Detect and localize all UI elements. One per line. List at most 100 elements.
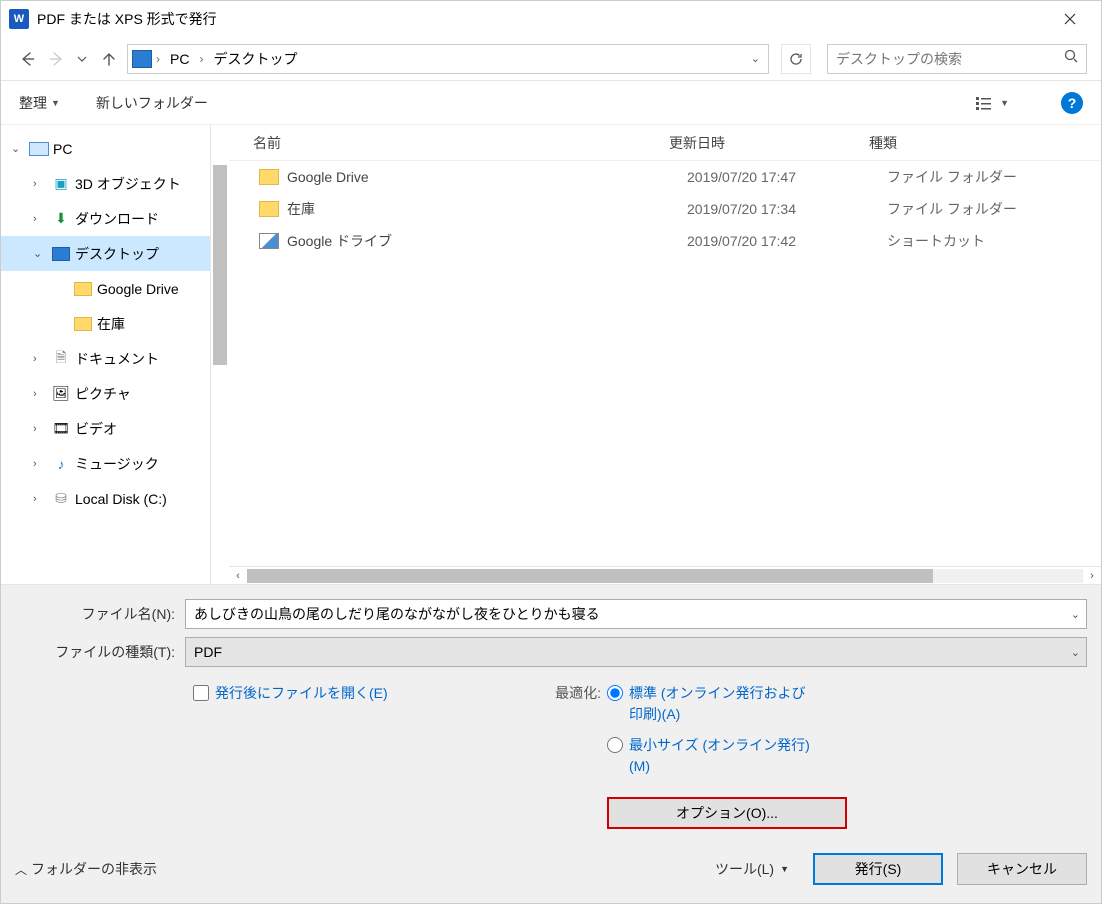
folder-icon <box>259 201 279 217</box>
nav-forward-button[interactable] <box>45 47 69 71</box>
tree-item--[interactable]: ›⬇ダウンロード <box>1 201 210 236</box>
open-after-checkbox[interactable]: 発行後にファイルを開く(E) <box>193 683 515 703</box>
tree-item-label: PC <box>53 141 72 157</box>
titlebar: W PDF または XPS 形式で発行 <box>1 1 1101 37</box>
open-after-label: 発行後にファイルを開く(E) <box>215 683 388 703</box>
chevron-down-icon: ▼ <box>51 98 60 108</box>
hide-folders-toggle[interactable]: ︿ フォルダーの非表示 <box>15 859 157 879</box>
scroll-right-icon[interactable]: › <box>1083 567 1101 585</box>
file-row[interactable]: 在庫2019/07/20 17:34ファイル フォルダー <box>229 193 1101 225</box>
tree-expand-icon[interactable]: › <box>33 458 47 470</box>
chevron-down-icon[interactable]: ⌄ <box>1071 608 1080 621</box>
sidebar-scrollbar[interactable] <box>211 125 229 584</box>
new-folder-button[interactable]: 新しいフォルダー <box>96 93 208 113</box>
tree-item-label: デスクトップ <box>75 244 159 264</box>
chevron-down-icon <box>77 56 87 62</box>
tree-folder-icon <box>73 315 93 333</box>
horizontal-scrollbar[interactable]: ‹ › <box>229 566 1101 584</box>
location-icon <box>132 50 152 68</box>
column-type[interactable]: 種類 <box>869 133 1101 153</box>
organize-menu[interactable]: 整理 ▼ <box>19 93 60 113</box>
options-button-label: オプション(O)... <box>676 803 778 823</box>
nav-recent-dropdown[interactable] <box>75 47 89 71</box>
optimization-options: 発行後にファイルを開く(E) 最適化: 標準 (オンライン発行および印刷)(A)… <box>15 675 1087 829</box>
tree-item--[interactable]: ›🖼ピクチャ <box>1 376 210 411</box>
view-options-button[interactable]: ▼ <box>976 96 1009 110</box>
tree-item--[interactable]: › 🎞ビデオ <box>1 411 210 446</box>
file-row[interactable]: Google ドライブ2019/07/20 17:42ショートカット <box>229 225 1101 257</box>
tree-expand-icon[interactable]: ⌄ <box>11 142 25 155</box>
tree-expand-icon[interactable]: › <box>33 493 47 505</box>
toolbar: 整理 ▼ 新しいフォルダー ▼ ? <box>1 81 1101 125</box>
file-type: ファイル フォルダー <box>887 167 1017 187</box>
tree-item-label: ダウンロード <box>75 209 159 229</box>
options-button[interactable]: オプション(O)... <box>607 797 847 829</box>
file-row[interactable]: Google Drive2019/07/20 17:47ファイル フォルダー <box>229 161 1101 193</box>
scrollbar-thumb[interactable] <box>247 569 933 583</box>
address-dropdown-icon[interactable]: ⌄ <box>747 52 764 65</box>
refresh-button[interactable] <box>781 44 811 74</box>
tree-item--[interactable]: ⌄ デスクトップ <box>1 236 210 271</box>
breadcrumb-desktop[interactable]: デスクトップ <box>207 49 303 69</box>
chevron-down-icon[interactable]: ⌄ <box>1071 646 1080 659</box>
tree-item-label: ドキュメント <box>75 349 159 369</box>
tree-expand-icon[interactable]: › <box>33 178 47 190</box>
tools-menu[interactable]: ツール(L) ▼ <box>715 859 789 879</box>
tree-item--[interactable]: ·在庫 <box>1 306 210 341</box>
search-box[interactable] <box>827 44 1087 74</box>
filename-input[interactable]: あしびきの山鳥の尾のしだり尾のながながし夜をひとりかも寝る ⌄ <box>185 599 1087 629</box>
cancel-button[interactable]: キャンセル <box>957 853 1087 885</box>
publish-button[interactable]: 発行(S) <box>813 853 943 885</box>
close-button[interactable] <box>1047 1 1093 37</box>
radio-min-label: 最小サイズ (オンライン発行)(M) <box>629 735 819 777</box>
breadcrumb-sep-icon: › <box>199 52 203 66</box>
filetype-label: ファイルの種類(T): <box>15 642 175 662</box>
address-bar[interactable]: › PC › デスクトップ ⌄ <box>127 44 769 74</box>
radio-standard-input[interactable] <box>607 685 623 701</box>
tree-expand-icon[interactable]: › <box>33 213 47 225</box>
scroll-left-icon[interactable]: ‹ <box>229 567 247 585</box>
tree-expand-icon[interactable]: › <box>33 353 47 365</box>
tree-expand-icon[interactable]: › <box>33 388 47 400</box>
tree-item-google-drive[interactable]: ·Google Drive <box>1 271 210 306</box>
optimize-standard-radio[interactable]: 標準 (オンライン発行および印刷)(A) <box>607 683 819 725</box>
tree-item-label: ビデオ <box>75 419 117 439</box>
arrow-right-icon <box>48 50 66 68</box>
tree-expand-icon[interactable]: › <box>33 423 47 435</box>
tree-item-3d-[interactable]: ›▣3D オブジェクト <box>1 166 210 201</box>
optimize-label: 最適化: <box>545 683 601 725</box>
organize-label: 整理 <box>19 93 47 113</box>
nav-up-button[interactable] <box>97 47 121 71</box>
file-name: Google Drive <box>287 169 687 185</box>
tree-expand-icon[interactable]: ⌄ <box>33 247 47 260</box>
radio-min-input[interactable] <box>607 737 623 753</box>
column-name[interactable]: 名前 <box>229 133 669 153</box>
tree-item--[interactable]: ›♪ミュージック <box>1 446 210 481</box>
file-list: Google Drive2019/07/20 17:47ファイル フォルダー在庫… <box>229 161 1101 566</box>
arrow-up-icon <box>101 51 117 67</box>
tools-label: ツール(L) <box>715 859 774 879</box>
file-date: 2019/07/20 17:34 <box>687 201 887 217</box>
optimize-minimum-radio[interactable]: 最小サイズ (オンライン発行)(M) <box>607 735 819 777</box>
search-icon[interactable] <box>1064 49 1078 68</box>
tree-folder-icon: 🎞 <box>51 420 71 438</box>
tree-item-pc[interactable]: ⌄ PC <box>1 131 210 166</box>
tree-expand-icon[interactable]: · <box>55 283 69 295</box>
save-dialog-window: W PDF または XPS 形式で発行 › PC › デスクトップ ⌄ <box>0 0 1102 904</box>
filename-label: ファイル名(N): <box>15 604 175 624</box>
tree-item--[interactable]: ›🗎ドキュメント <box>1 341 210 376</box>
scrollbar-thumb[interactable] <box>213 165 227 365</box>
breadcrumb-pc[interactable]: PC <box>164 51 195 67</box>
column-date[interactable]: 更新日時 <box>669 133 869 153</box>
tree-item-local-disk-c-[interactable]: ›⛁Local Disk (C:) <box>1 481 210 516</box>
open-after-input[interactable] <box>193 685 209 701</box>
radio-standard-label: 標準 (オンライン発行および印刷)(A) <box>629 683 819 725</box>
nav-back-button[interactable] <box>15 47 39 71</box>
search-input[interactable] <box>836 51 1064 67</box>
help-button[interactable]: ? <box>1061 92 1083 114</box>
view-icon <box>976 96 994 110</box>
tree-expand-icon[interactable]: · <box>55 318 69 330</box>
close-icon <box>1064 13 1076 25</box>
file-list-area: 名前 更新日時 種類 Google Drive2019/07/20 17:47フ… <box>229 125 1101 584</box>
filetype-select[interactable]: PDF ⌄ <box>185 637 1087 667</box>
